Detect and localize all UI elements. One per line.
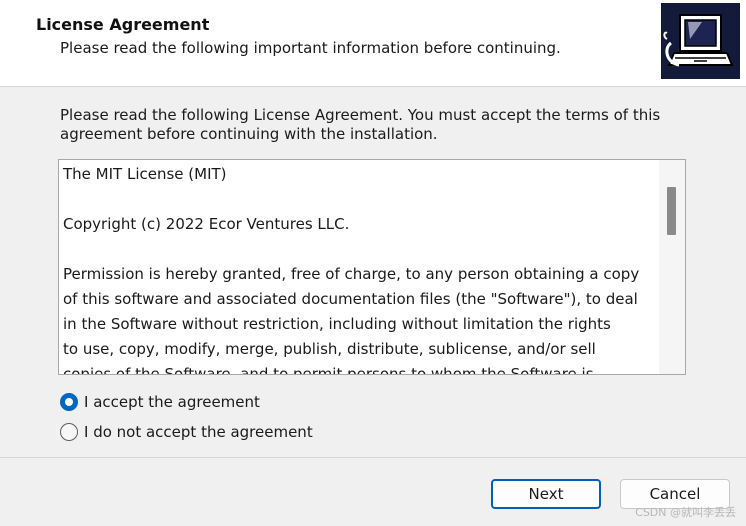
- scrollbar-thumb[interactable]: [667, 187, 676, 235]
- intro-text: Please read the following License Agreem…: [60, 106, 661, 143]
- radio-unchecked-icon[interactable]: [60, 423, 78, 441]
- license-scrollbar[interactable]: [659, 160, 685, 374]
- accept-radio-label[interactable]: I accept the agreement: [84, 393, 260, 411]
- license-paragraph-permission: Permission is hereby granted, free of ch…: [63, 265, 640, 375]
- accept-radio-option[interactable]: I accept the agreement: [60, 393, 260, 411]
- computer-installer-icon: [661, 3, 740, 79]
- radio-checked-icon[interactable]: [60, 393, 78, 411]
- footer-divider: [0, 457, 746, 458]
- license-paragraph-copyright: Copyright (c) 2022 Ecor Ventures LLC.: [63, 215, 350, 233]
- license-paragraph-title: The MIT License (MIT): [63, 165, 227, 183]
- next-button[interactable]: Next: [491, 479, 601, 509]
- header-panel: License Agreement Please read the follow…: [0, 0, 746, 87]
- decline-radio-label[interactable]: I do not accept the agreement: [84, 423, 313, 441]
- license-text: The MIT License (MIT) Copyright (c) 2022…: [63, 162, 655, 375]
- license-text-box[interactable]: The MIT License (MIT) Copyright (c) 2022…: [58, 159, 686, 375]
- page-title: License Agreement: [36, 15, 210, 34]
- decline-radio-option[interactable]: I do not accept the agreement: [60, 423, 313, 441]
- page-subtitle: Please read the following important info…: [60, 39, 561, 57]
- watermark-text: CSDN @就叫李丢丢: [635, 506, 736, 519]
